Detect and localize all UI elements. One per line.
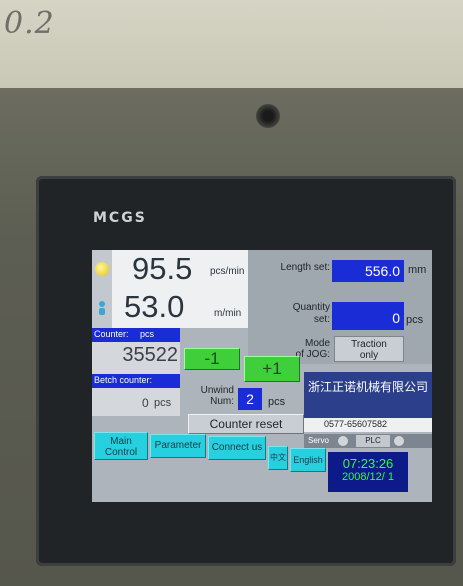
servo-label: Servo [308,436,329,445]
jog-mode-value-1: Traction [351,339,387,350]
length-set-unit: mm [408,264,427,276]
company-phone-bar: 0577-65607582 [304,418,432,432]
quantity-set-unit: pcs [406,314,424,326]
quantity-set-label-2: set: [313,314,330,325]
bulb-icon [95,262,109,276]
jog-mode-selector[interactable]: Traction only [334,336,404,362]
plc-indicator-icon [394,436,404,446]
quantity-set-label-1: Quantity [292,302,330,313]
handwritten-note: 0.2 [4,6,55,41]
plc-label: PLC [356,435,390,447]
clock-date: 2008/12/ 1 [342,471,394,483]
batch-counter-unit: pcs [154,397,172,409]
clock-panel: 07:23:26 2008/12/ 1 [328,452,408,492]
unwind-label-1: Unwind [200,385,234,396]
minus-one-button[interactable]: -1 [184,348,240,370]
quantity-set-row: Quantity set: 0 pcs [248,298,432,334]
main-control-label-2: Control [104,447,138,458]
speed-icon-cell [92,250,112,288]
batch-counter-value: 0 [142,396,149,410]
batch-counter-label: Betch counter: [94,375,153,385]
company-name: 浙江正诺机械有限公司 [308,380,429,394]
counter-value: 35522 [122,344,178,366]
counter-reset-button[interactable]: Counter reset [188,414,304,434]
clock-time: 07:23:26 [342,456,394,471]
line-speed-icon-cell [92,288,112,328]
unwind-input[interactable]: 2 [238,388,262,410]
plus-one-button[interactable]: +1 [244,356,300,382]
length-set-row: Length set: 556.0 mm [248,250,432,298]
line-speed-display: 53.0 m/min [112,288,248,328]
speed-unit: pcs/min [210,266,245,277]
chinese-button[interactable]: 中文 [268,446,288,470]
company-banner: 浙江正诺机械有限公司 [304,372,432,418]
length-set-input[interactable]: 556.0 [332,260,404,282]
line-speed-value: 53.0 [124,289,185,324]
paper-background: 0.2 [0,0,463,90]
counter-label: Counter: [94,329,129,339]
servo-indicator-icon [338,436,348,446]
brand-logo: MCGS [93,210,147,226]
connect-us-button[interactable]: Connect us [208,436,266,460]
counter-panel: Counter: pcs 35522 [92,328,180,374]
english-button[interactable]: English [290,448,326,472]
speed-display: 95.5 pcs/min [112,250,248,288]
speed-value: 95.5 [132,251,193,286]
line-speed-unit: m/min [214,308,242,319]
jog-mode-label-1: Mode [304,338,330,349]
main-control-button[interactable]: Main Control [94,432,148,460]
counter-header: Counter: pcs [92,328,180,342]
parameter-button[interactable]: Parameter [150,434,206,458]
screw-head [256,104,280,128]
main-control-label-1: Main [110,436,132,447]
quantity-set-input[interactable]: 0 [332,302,404,330]
batch-counter-header: Betch counter: [92,374,180,388]
hmi-screen: 95.5 pcs/min 53.0 m/min Length set: 556.… [92,250,432,502]
person-icon [99,301,105,315]
jog-mode-value-2: only [359,350,379,361]
counter-unit-label: pcs [140,329,155,339]
status-bar: Servo PLC [304,434,432,448]
batch-counter-panel: Betch counter: 0 pcs [92,374,180,416]
unwind-label-2: Num: [210,396,234,407]
unwind-unit: pcs [268,396,286,408]
length-set-label: Length set: [280,262,330,273]
company-phone: 0577-65607582 [324,419,388,429]
